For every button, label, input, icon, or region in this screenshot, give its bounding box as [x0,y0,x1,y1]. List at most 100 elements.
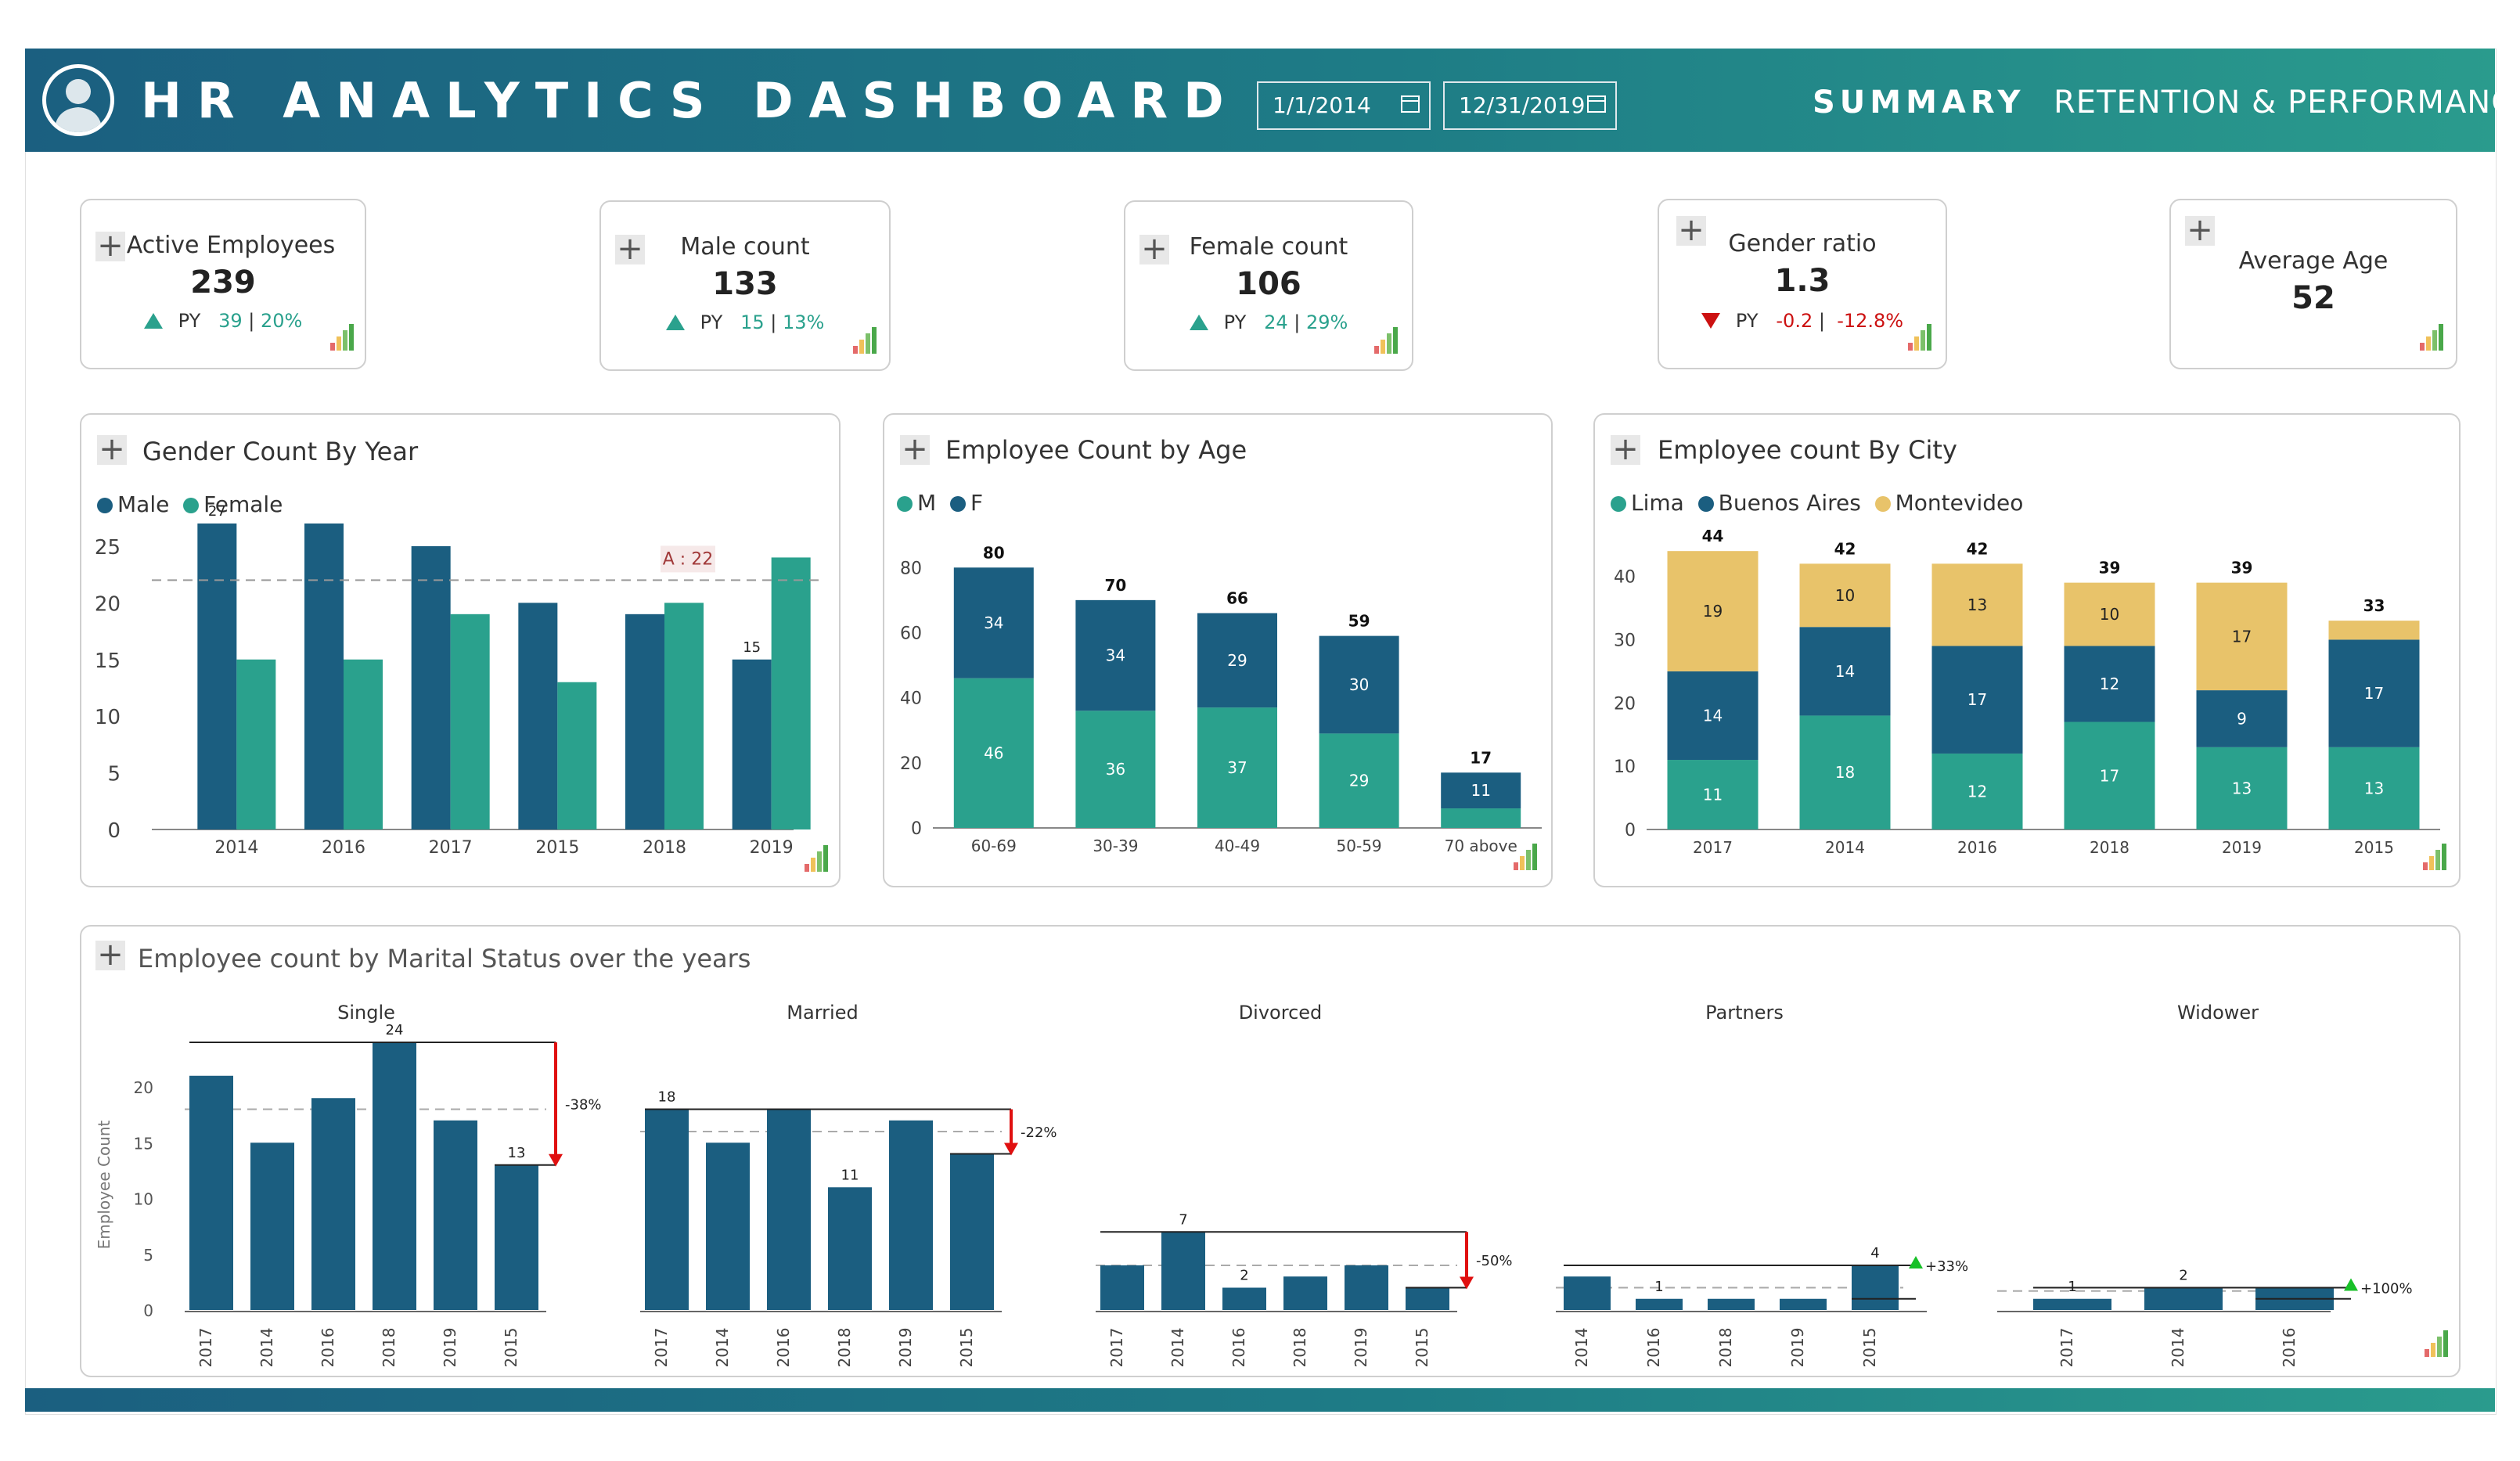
total-label: 44 [1702,527,1724,545]
employee-count-by-city-chart: 0 10 20 30 40 11 14 19 44 2017 18 14 10 42 2014 12 17 13 4… [1614,527,2440,857]
bar-divorced [1100,1265,1144,1310]
bar-chart-icon[interactable] [1374,326,1399,354]
bar-male [197,523,237,829]
bar-male [411,545,451,829]
kpi-card-gender-ratio: + Gender ratio 1.3 PY -0.2 | -12.8% [1658,199,1947,369]
date-to-value: 12/31/2019 [1459,92,1586,118]
x-tick-label: 2018 [835,1328,854,1368]
kpi-value: 52 [2291,280,2335,316]
y-tick-label: 20 [900,754,922,774]
total-label: 80 [983,543,1005,562]
bar-chart-icon[interactable] [2423,842,2448,870]
segment-label: 17 [2232,627,2252,646]
x-tick-label: 2015 [1413,1328,1431,1368]
x-tick-label: 2019 [441,1328,459,1368]
x-tick-label: 2014 [713,1328,732,1368]
bar-chart-icon[interactable] [2425,1329,2450,1357]
total-label: 39 [2099,559,2121,578]
x-tick-label: 2017 [2057,1328,2076,1368]
bar-chart-icon[interactable] [330,322,355,351]
total-label: 17 [1470,748,1492,767]
bar-male [625,614,664,829]
bar-single [373,1042,416,1310]
trend-down-icon [1701,313,1720,329]
small-multiple-title: Widower [2177,1002,2259,1024]
total-label: 42 [1967,539,1989,558]
segment-label: 10 [2100,605,2119,624]
bar-male [304,523,344,829]
y-tick-label: 40 [900,689,922,709]
bar-chart-icon[interactable] [853,326,878,354]
average-label: A : 22 [663,549,713,569]
x-tick-label: 2014 [1572,1328,1591,1368]
segment-label: 36 [1106,760,1125,779]
segment-label: 37 [1227,758,1247,777]
tab-summary[interactable]: SUMMARY [1813,85,2025,121]
segment-label: 18 [1835,763,1855,782]
date-from-input[interactable]: 1/1/2014 [1257,81,1431,130]
data-label: 15 [743,639,761,656]
footer-bar [25,1388,2495,1412]
bar-single [250,1143,294,1310]
small-multiple-title: Partners [1705,1002,1784,1024]
x-tick-label: 2019 [750,838,794,858]
x-tick-label: 2015 [502,1328,520,1368]
x-tick-label: 2015 [2354,838,2394,857]
calendar-icon[interactable] [1587,95,1606,113]
employee-count-by-age-chart: 0 20 40 60 80 46 34 80 60-69 36 34 70 30-39 37 29 66 40-… [900,543,1542,855]
bar-married [828,1187,872,1310]
panel-employee-count-by-age: + Employee Count by Age M F 0 20 40 60 80 46 3… [883,413,1553,887]
tab-retention-performance[interactable]: RETENTION & PERFORMANCE [2054,85,2520,121]
data-label: 11 [841,1167,859,1183]
y-tick-label: 10 [134,1190,153,1209]
total-label: 33 [2363,596,2385,615]
x-tick-label: 2019 [1788,1328,1807,1368]
bar-chart-icon[interactable] [805,844,830,872]
bar-partners [1708,1298,1755,1310]
y-tick-label: 0 [143,1301,153,1320]
bar-chart-icon[interactable] [1514,842,1539,870]
segment-label: 17 [1967,690,1987,709]
segment-label: 19 [1703,602,1723,621]
bar-divorced [1345,1265,1388,1310]
bar-chart-icon[interactable] [1908,322,1933,351]
date-to-input[interactable]: 12/31/2019 [1443,81,1617,130]
x-tick-label: 2014 [2169,1328,2187,1368]
stack-segment-montevideo [2328,621,2420,640]
kpi-py: PY 24 | 29% [1125,311,1412,333]
segment-label: 14 [1835,662,1855,681]
y-tick-label: 15 [95,650,121,673]
kpi-label: Male count [680,233,810,261]
data-label: 13 [508,1145,526,1161]
x-tick-label: 60-69 [971,837,1017,855]
total-label: 39 [2231,559,2253,578]
y-tick-label: 0 [107,819,121,843]
bar-widower [2144,1287,2223,1310]
kpi-label: Average Age [2238,247,2389,275]
y-axis-title: Employee Count [95,1120,113,1249]
x-tick-label: 2016 [1957,838,1997,857]
data-label: 18 [658,1089,676,1106]
bar-female [771,557,811,829]
bar-chart-icon[interactable] [2420,322,2445,351]
change-label: -50% [1476,1253,1513,1269]
x-tick-label: 40-49 [1215,837,1260,855]
kpi-card-active-employees: + Active Employees 239 PY 39 | 20% [80,199,366,369]
segment-label: 30 [1349,675,1369,694]
segment-label: 17 [2364,684,2384,703]
x-tick-label: 2016 [2280,1328,2299,1368]
x-tick-label: 2017 [652,1328,671,1368]
bar-divorced [1406,1287,1449,1310]
segment-label: 10 [1835,586,1855,605]
kpi-py: PY 15 | 13% [601,311,889,333]
bar-divorced [1222,1287,1266,1310]
segment-label: 9 [2237,709,2247,728]
segment-label: 29 [1227,651,1247,670]
x-tick-label: 2019 [896,1328,915,1368]
expand-plus-icon[interactable]: + [2185,214,2215,246]
arrow-up-icon [2344,1278,2358,1291]
y-tick-label: 40 [1614,568,1636,588]
arrow-up-icon [1909,1256,1923,1268]
calendar-icon[interactable] [1401,95,1420,113]
x-tick-label: 2016 [322,838,365,858]
